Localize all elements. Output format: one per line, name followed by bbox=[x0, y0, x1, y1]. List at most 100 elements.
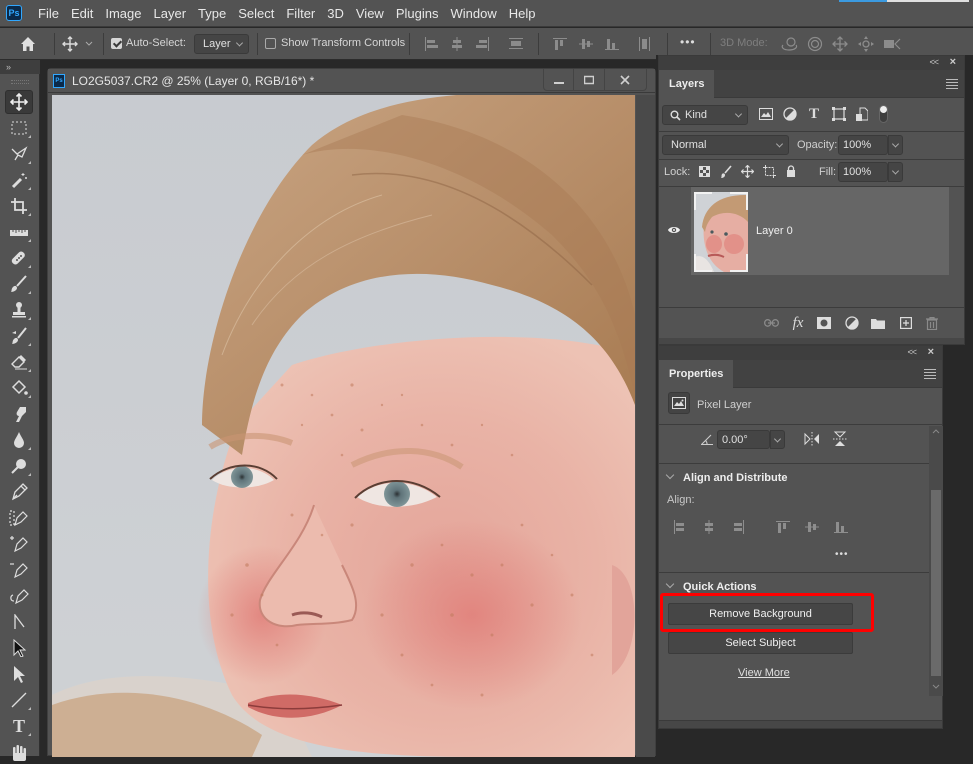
tab-properties[interactable]: Properties bbox=[659, 360, 734, 388]
brush-icon[interactable] bbox=[5, 272, 33, 296]
close-button[interactable] bbox=[605, 69, 646, 90]
new-adjustment-layer-icon[interactable] bbox=[843, 314, 861, 332]
properties-panel-menu-icon[interactable] bbox=[924, 369, 936, 379]
menu-filter[interactable]: Filter bbox=[280, 0, 321, 27]
fill-input[interactable]: 100% bbox=[838, 162, 903, 182]
show-transform-controls-checkbox[interactable] bbox=[265, 38, 276, 49]
align-horizontal-centers-icon[interactable] bbox=[446, 34, 468, 54]
lock-all-icon[interactable] bbox=[782, 162, 800, 180]
3d-orbit-icon[interactable] bbox=[778, 34, 800, 54]
align-top-edges-icon[interactable] bbox=[549, 34, 571, 54]
delete-anchor-point-icon[interactable] bbox=[5, 558, 33, 582]
pen-icon[interactable] bbox=[5, 480, 33, 504]
align-right-edges-icon[interactable] bbox=[728, 518, 746, 536]
smudge-icon[interactable] bbox=[5, 402, 33, 426]
layer-visibility-eye-icon[interactable] bbox=[667, 225, 681, 235]
menu-view[interactable]: View bbox=[350, 0, 390, 27]
home-icon[interactable] bbox=[17, 34, 39, 54]
paint-bucket-icon[interactable] bbox=[5, 376, 33, 400]
align-distribute-section-header[interactable]: Align and Distribute bbox=[665, 470, 788, 484]
view-more-link[interactable]: View More bbox=[738, 667, 790, 679]
ruler-icon[interactable] bbox=[5, 220, 33, 244]
filter-pixel-layers-icon[interactable] bbox=[757, 105, 775, 123]
new-group-folder-icon[interactable] bbox=[869, 314, 887, 332]
lock-position-icon[interactable] bbox=[738, 162, 756, 180]
convert-point-icon[interactable] bbox=[5, 584, 33, 608]
distribute-horizontal-icon[interactable] bbox=[634, 34, 656, 54]
menu-3d[interactable]: 3D bbox=[321, 0, 350, 27]
minimize-button[interactable] bbox=[544, 69, 575, 90]
filter-shape-layers-icon[interactable] bbox=[830, 105, 848, 123]
3d-scale-camera-icon[interactable] bbox=[882, 34, 904, 54]
align-vertical-centers-icon[interactable] bbox=[803, 518, 821, 536]
align-left-edges-icon[interactable] bbox=[421, 34, 443, 54]
rotation-angle-input[interactable]: 0.00° bbox=[717, 430, 785, 449]
3d-slide-icon[interactable] bbox=[855, 34, 877, 54]
menu-image[interactable]: Image bbox=[99, 0, 147, 27]
healing-brush-icon[interactable] bbox=[5, 246, 33, 270]
rectangular-marquee-icon[interactable] bbox=[5, 116, 33, 140]
toolbar-grip[interactable] bbox=[11, 80, 29, 84]
menu-type[interactable]: Type bbox=[192, 0, 232, 27]
menu-edit[interactable]: Edit bbox=[65, 0, 99, 27]
3d-pan-icon[interactable] bbox=[829, 34, 851, 54]
close-panel-icon[interactable]: × bbox=[928, 346, 934, 358]
close-panel-icon[interactable]: × bbox=[950, 56, 956, 68]
scroll-up-icon[interactable] bbox=[932, 428, 940, 434]
lock-artboard-icon[interactable] bbox=[760, 162, 778, 180]
lock-image-pixels-icon[interactable] bbox=[717, 162, 735, 180]
hand-icon[interactable] bbox=[5, 740, 33, 764]
lasso-icon[interactable] bbox=[5, 142, 33, 166]
lock-transparent-pixels-icon[interactable] bbox=[695, 162, 713, 180]
curvature-pen-icon[interactable] bbox=[5, 506, 33, 530]
scroll-down-icon[interactable] bbox=[932, 684, 940, 690]
line-icon[interactable] bbox=[5, 688, 33, 712]
auto-select-target-dropdown[interactable]: Layer bbox=[194, 34, 249, 54]
align-bottom-edges-icon[interactable] bbox=[601, 34, 623, 54]
menu-help[interactable]: Help bbox=[503, 0, 542, 27]
path-selection-icon[interactable] bbox=[5, 636, 33, 660]
freeform-path-icon[interactable] bbox=[5, 610, 33, 634]
delete-layer-trash-icon[interactable] bbox=[923, 314, 941, 332]
blur-icon[interactable] bbox=[5, 428, 33, 452]
auto-select-checkbox[interactable] bbox=[111, 38, 122, 49]
properties-panel-resize-grip[interactable] bbox=[659, 720, 942, 728]
type-icon[interactable]: T bbox=[5, 714, 33, 738]
collapse-panel-icon[interactable]: << bbox=[907, 347, 916, 357]
maximize-button[interactable] bbox=[574, 69, 605, 90]
dodge-icon[interactable] bbox=[5, 454, 33, 478]
opacity-input[interactable]: 100% bbox=[838, 135, 903, 155]
tab-layers[interactable]: Layers bbox=[659, 70, 715, 98]
flip-horizontal-icon[interactable] bbox=[804, 432, 820, 446]
3d-roll-icon[interactable] bbox=[804, 34, 826, 54]
layers-panel-resize-grip[interactable] bbox=[659, 338, 964, 344]
align-right-edges-icon[interactable] bbox=[471, 34, 493, 54]
filter-type-layers-icon[interactable]: T bbox=[805, 105, 823, 123]
crop-icon[interactable] bbox=[5, 194, 33, 218]
chevron-down-icon[interactable] bbox=[82, 34, 96, 54]
add-anchor-point-icon[interactable] bbox=[5, 532, 33, 556]
layers-panel-menu-icon[interactable] bbox=[946, 79, 958, 89]
document-tab[interactable]: Ps LO2G5037.CR2 @ 25% (Layer 0, RGB/16*)… bbox=[48, 69, 655, 93]
properties-scrollbar[interactable] bbox=[929, 426, 943, 696]
menu-select[interactable]: Select bbox=[232, 0, 280, 27]
align-top-edges-icon[interactable] bbox=[774, 518, 792, 536]
document-vertical-scrollbar[interactable] bbox=[636, 95, 655, 757]
eraser-icon[interactable] bbox=[5, 350, 33, 374]
blend-mode-dropdown[interactable]: Normal bbox=[662, 135, 789, 155]
filter-smart-objects-icon[interactable] bbox=[853, 105, 871, 123]
menu-window[interactable]: Window bbox=[444, 0, 502, 27]
move-tool-preset-icon[interactable] bbox=[59, 34, 81, 54]
filter-adjustment-layers-icon[interactable] bbox=[781, 105, 799, 123]
layer-row-layer-0[interactable]: Layer 0 bbox=[691, 187, 949, 275]
link-layers-icon[interactable] bbox=[762, 314, 780, 332]
flip-vertical-icon[interactable] bbox=[833, 431, 847, 447]
distribute-vertical-icon[interactable] bbox=[505, 34, 527, 54]
align-vertical-centers-icon[interactable] bbox=[575, 34, 597, 54]
align-bottom-edges-icon[interactable] bbox=[832, 518, 850, 536]
clone-stamp-icon[interactable] bbox=[5, 298, 33, 322]
properties-scroll-thumb[interactable] bbox=[931, 490, 941, 676]
magic-wand-icon[interactable] bbox=[5, 168, 33, 192]
direct-selection-icon[interactable] bbox=[5, 662, 33, 686]
more-options-button[interactable]: ••• bbox=[680, 35, 696, 49]
